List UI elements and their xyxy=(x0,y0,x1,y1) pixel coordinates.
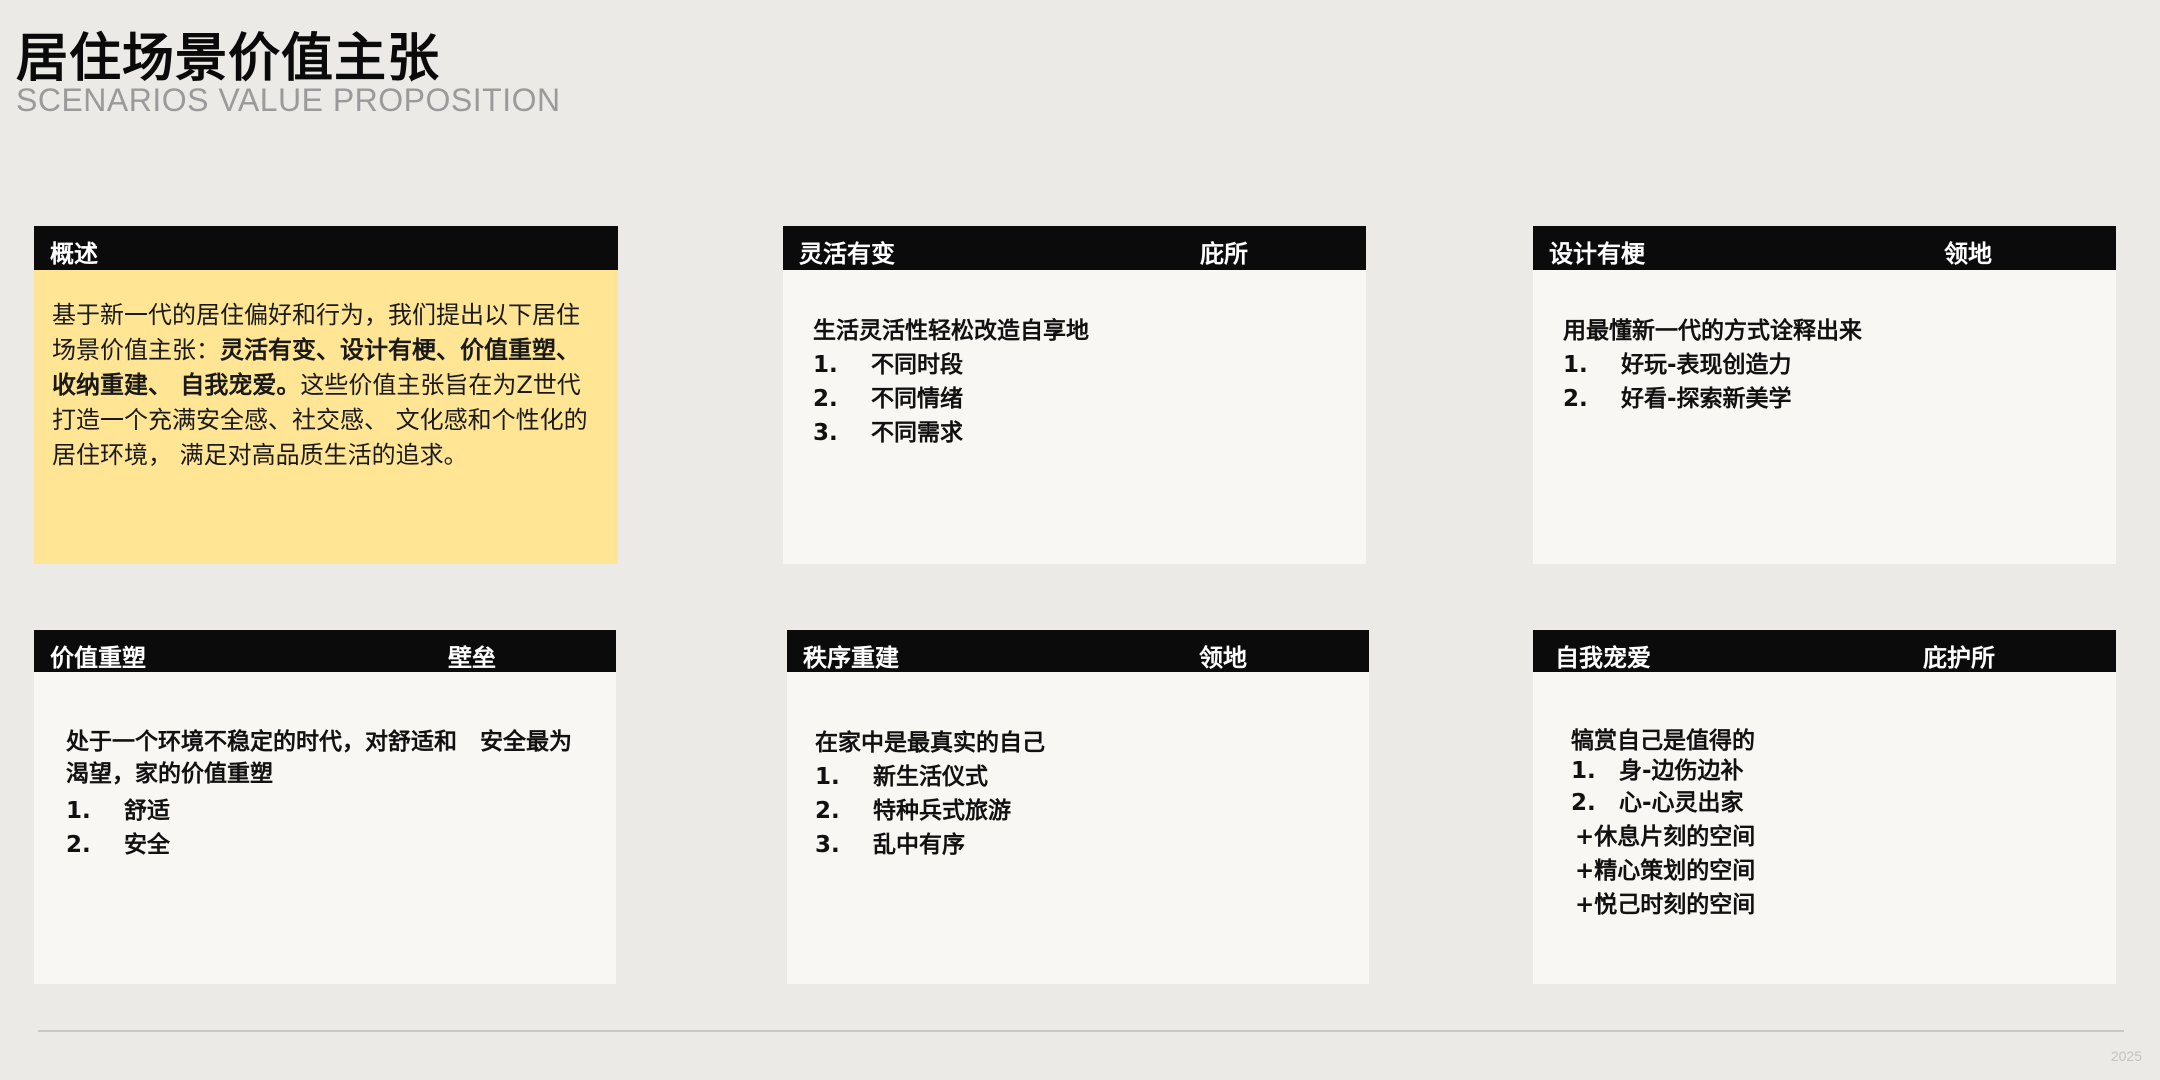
list-item: 2. 好看-探索新美学 xyxy=(1563,386,1792,412)
card-header: 价值重塑 壁垒 xyxy=(34,630,616,672)
card-body: 处于一个环境不稳定的时代，对舒适和 安全最为渴望，家的价值重塑 1. 舒适 2. 安… xyxy=(34,672,616,862)
card-header: 自我宠爱 庇护所 xyxy=(1533,630,2116,672)
card-list: 1. 新生活仪式 2. 特种兵式旅游 3. 乱中有序 xyxy=(815,760,1369,862)
card-title: 概述 xyxy=(50,240,98,268)
card-heading: 处于一个环境不稳定的时代，对舒适和 安全最为渴望，家的价值重塑 xyxy=(66,729,572,787)
card-title: 灵活有变 xyxy=(799,240,895,268)
card-value: 价值重塑 壁垒 处于一个环境不稳定的时代，对舒适和 安全最为渴望，家的价值重塑 … xyxy=(34,630,616,984)
list-item: 1. 好玩-表现创造力 xyxy=(1563,352,1792,378)
card-flexible: 灵活有变 庇所 生活灵活性轻松改造自享地 1. 不同时段 2. 不同情绪 3. 不同需… xyxy=(783,226,1366,564)
card-order: 秩序重建 领地 在家中是最真实的自己 1. 新生活仪式 2. 特种兵式旅游 3. 乱中… xyxy=(787,630,1369,984)
card-list: 1. 身-边伤边补 2. 心-心灵出家 xyxy=(1571,756,2116,820)
card-tag: 庇护所 xyxy=(1923,644,1995,672)
card-list: 1. 不同时段 2. 不同情绪 3. 不同需求 xyxy=(813,348,1366,450)
card-title: 自我宠爱 xyxy=(1555,644,1651,672)
card-tag: 壁垒 xyxy=(448,644,496,672)
card-body: 生活灵活性轻松改造自享地 1. 不同时段 2. 不同情绪 3. 不同需求 xyxy=(783,270,1366,450)
card-heading: 犒赏自己是值得的 xyxy=(1571,728,1755,754)
page-subtitle: SCENARIOS VALUE PROPOSITION xyxy=(16,82,561,118)
card-selfcare: 自我宠爱 庇护所 犒赏自己是值得的 1. 身-边伤边补 2. 心-心灵出家 +休息片… xyxy=(1533,630,2116,984)
card-heading: 生活灵活性轻松改造自享地 xyxy=(813,318,1089,344)
list-item: 1. 舒适 xyxy=(66,798,170,824)
card-header: 秩序重建 领地 xyxy=(787,630,1369,672)
page-title: 居住场景价值主张 xyxy=(16,29,441,89)
card-heading: 在家中是最真实的自己 xyxy=(815,730,1045,756)
footer-year: 2025 xyxy=(2110,1048,2142,1064)
card-header: 概述 xyxy=(34,226,618,270)
list-item: 1. 新生活仪式 xyxy=(815,764,988,790)
list-item: 2. 心-心灵出家 xyxy=(1571,790,1744,816)
card-body: 基于新一代的居住偏好和行为，我们提出以下居住场景价值主张：灵活有变、设计有梗、价… xyxy=(34,270,618,473)
footer-divider xyxy=(38,1030,2124,1032)
list-item: 1. 身-边伤边补 xyxy=(1571,758,1744,784)
list-item: 3. 不同需求 xyxy=(813,420,963,446)
list-item: 2. 安全 xyxy=(66,832,170,858)
list-item: +休息片刻的空间 xyxy=(1575,824,1756,850)
slide-page: 居住场景价值主张 SCENARIOS VALUE PROPOSITION 概述 … xyxy=(0,0,2160,1080)
list-item: 1. 不同时段 xyxy=(813,352,963,378)
card-design: 设计有梗 领地 用最懂新一代的方式诠释出来 1. 好玩-表现创造力 2. 好看-探索… xyxy=(1533,226,2116,564)
list-item: +悦己时刻的空间 xyxy=(1575,892,1756,918)
card-tag: 领地 xyxy=(1944,240,1992,268)
card-title: 价值重塑 xyxy=(50,644,146,672)
list-item: 2. 不同情绪 xyxy=(813,386,963,412)
list-item: 2. 特种兵式旅游 xyxy=(815,798,1011,824)
card-list: 1. 好玩-表现创造力 2. 好看-探索新美学 xyxy=(1563,348,2116,416)
card-tag: 庇所 xyxy=(1200,240,1248,268)
card-extra-list: +休息片刻的空间 +精心策划的空间 +悦己时刻的空间 xyxy=(1571,820,2116,922)
card-header: 设计有梗 领地 xyxy=(1533,226,2116,270)
card-list: 1. 舒适 2. 安全 xyxy=(66,794,586,862)
card-body: 在家中是最真实的自己 1. 新生活仪式 2. 特种兵式旅游 3. 乱中有序 xyxy=(787,672,1369,862)
card-body: 犒赏自己是值得的 1. 身-边伤边补 2. 心-心灵出家 +休息片刻的空间 +精心策… xyxy=(1533,672,2116,922)
card-title: 设计有梗 xyxy=(1549,240,1645,268)
list-item: +精心策划的空间 xyxy=(1575,858,1756,884)
card-overview: 概述 基于新一代的居住偏好和行为，我们提出以下居住场景价值主张：灵活有变、设计有… xyxy=(34,226,618,564)
card-body: 用最懂新一代的方式诠释出来 1. 好玩-表现创造力 2. 好看-探索新美学 xyxy=(1533,270,2116,416)
card-header: 灵活有变 庇所 xyxy=(783,226,1366,270)
card-tag: 领地 xyxy=(1199,644,1247,672)
card-title: 秩序重建 xyxy=(803,644,899,672)
card-heading: 用最懂新一代的方式诠释出来 xyxy=(1563,318,1862,344)
list-item: 3. 乱中有序 xyxy=(815,832,965,858)
